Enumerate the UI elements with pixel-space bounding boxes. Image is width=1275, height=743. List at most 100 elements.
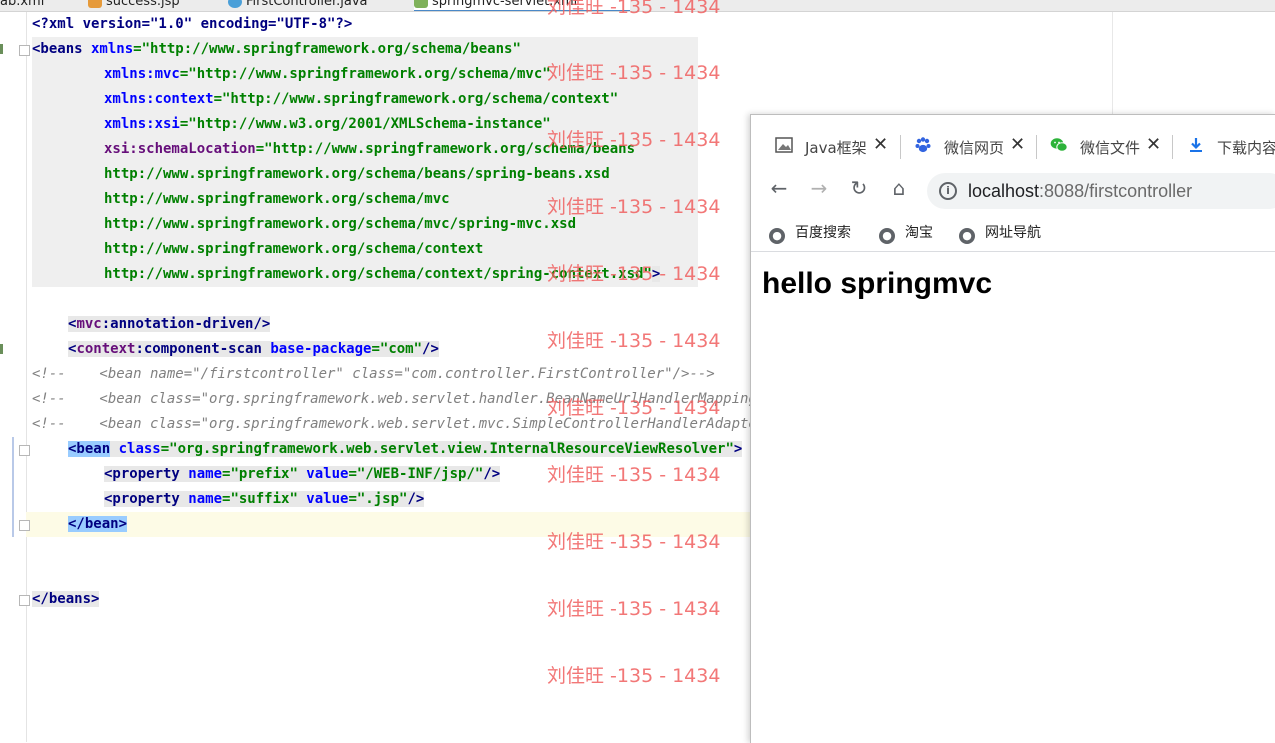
attr-name: xmlns:context [104, 91, 214, 107]
attr-name: xsi:schemaLocation [104, 141, 256, 157]
code-line-13[interactable]: <mvc:annotation-driven/> [68, 312, 271, 337]
browser-tab-java[interactable]: Java框架 ✕ [775, 127, 895, 167]
bookmark-url-nav[interactable]: ● 网址导航 [959, 222, 1041, 244]
bookmark-label: 淘宝 [905, 225, 933, 241]
watermark-text: 刘佳旺 -135 - 1434 [547, 397, 721, 419]
tab-separator [1036, 135, 1037, 159]
url-path: :8088/firstcontroller [1039, 181, 1193, 201]
editor-tab-label: ab.xml [0, 0, 45, 9]
jsp-file-icon [88, 0, 102, 8]
reload-button[interactable]: ↻ [847, 176, 871, 200]
code-line-20[interactable]: <property name="suffix" value=".jsp"/> [104, 487, 425, 512]
browser-tab-label: 微信网页 [944, 139, 1005, 157]
watermark-text: 刘佳旺 -135 - 1434 [547, 62, 721, 84]
tab-separator [900, 135, 901, 159]
attr-name: value [297, 491, 349, 507]
code-line-24[interactable]: </beans> [32, 587, 100, 612]
forward-button[interactable]: → [807, 176, 831, 200]
attr-value: ="com" [371, 341, 423, 357]
code-line-14[interactable]: <context:component-scan base-package="co… [68, 337, 439, 362]
code-line-8[interactable]: http://www.springframework.org/schema/mv… [104, 187, 450, 212]
editor-gutter [0, 12, 27, 742]
attr-value: ="/WEB-INF/jsp/" [348, 466, 484, 482]
globe-icon: ● [769, 228, 785, 244]
browser-tab-label: 微信文件 [1080, 139, 1141, 157]
vcs-change-marker [0, 344, 3, 354]
tag-name: :component-scan [135, 341, 262, 357]
tag-close: /> [483, 466, 501, 482]
attr-value: ="http://www.springframework.org/schema/… [133, 41, 521, 57]
beans-open-tag: <beans [32, 41, 83, 57]
back-button[interactable]: ← [767, 176, 791, 200]
fold-toggle-icon[interactable] [19, 45, 30, 56]
tab-separator [1172, 135, 1173, 159]
editor-tab-label: FirstController.java [246, 0, 368, 9]
attr-name: xmlns:mvc [104, 66, 180, 82]
close-icon[interactable]: ✕ [1010, 134, 1025, 155]
globe-icon: ● [879, 228, 895, 244]
code-line-3[interactable]: xmlns:mvc="http://www.springframework.or… [104, 62, 551, 87]
attr-name: base-package [261, 341, 372, 357]
beans-close-tag: </beans> [32, 591, 100, 607]
watermark-text: 刘佳旺 -135 - 1434 [547, 196, 721, 218]
attr-value: ="prefix" [222, 466, 298, 482]
site-info-icon[interactable]: i [939, 182, 957, 200]
code-line-4[interactable]: xmlns:context="http://www.springframewor… [104, 87, 618, 112]
fold-toggle-icon[interactable] [19, 445, 30, 456]
attr-name: class [110, 441, 161, 457]
attr-name: value [297, 466, 349, 482]
watermark-text: 刘佳旺 -135 - 1434 [547, 129, 721, 151]
tag-close: /> [253, 316, 271, 332]
watermark-text: 刘佳旺 -135 - 1434 [547, 598, 721, 620]
editor-tab-ab-xml[interactable]: ab.xml [0, 0, 44, 10]
attr-value: =".jsp" [348, 491, 408, 507]
browser-tab-downloads[interactable]: 下载内容 [1187, 127, 1275, 167]
editor-tab-success-jsp[interactable]: success.jsp [88, 0, 180, 10]
attr-name: xmlns:xsi [104, 116, 180, 132]
tag-close: /> [407, 491, 425, 507]
browser-window: Java框架 ✕ 微信网页 ✕ 微信文件 ✕ 下载内容 ← → ↻ ⌂ i lo… [750, 114, 1275, 743]
attr-name: xmlns [82, 41, 134, 57]
bookmark-label: 百度搜索 [795, 225, 851, 241]
code-line-18[interactable]: <bean class="org.springframework.web.ser… [68, 437, 743, 462]
image-icon [775, 137, 793, 153]
code-line-7[interactable]: http://www.springframework.org/schema/be… [104, 162, 610, 187]
attr-name: name [179, 466, 223, 482]
page-content: hello springmvc [751, 252, 1275, 743]
attr-value: ="org.springframework.web.servlet.view.I… [160, 441, 734, 457]
browser-tab-wechat-web[interactable]: 微信网页 ✕ [914, 127, 1034, 167]
bookmark-taobao[interactable]: ● 淘宝 [879, 222, 933, 244]
code-line-21[interactable]: </bean> [68, 512, 128, 537]
code-line-2[interactable]: <beans xmlns="http://www.springframework… [32, 37, 521, 62]
watermark-text: 刘佳旺 -135 - 1434 [547, 665, 721, 687]
vcs-change-marker [0, 44, 3, 54]
namespace-prefix: mvc [76, 316, 102, 332]
attr-value: ="http://www.w3.org/2001/XMLSchema-insta… [179, 116, 551, 132]
browser-tab-wechat-files[interactable]: 微信文件 ✕ [1050, 127, 1170, 167]
bookmark-baidu-search[interactable]: ● 百度搜索 [769, 222, 851, 244]
fold-toggle-icon[interactable] [19, 595, 30, 606]
fold-toggle-icon[interactable] [19, 520, 30, 531]
watermark-text: 刘佳旺 -135 - 1434 [547, 0, 721, 18]
code-line-1[interactable]: <?xml version="1.0" encoding="UTF-8"?> [32, 12, 352, 37]
browser-tab-label: Java框架 [805, 139, 867, 157]
tag-end: > [733, 441, 743, 457]
home-button[interactable]: ⌂ [887, 176, 911, 200]
code-line-9[interactable]: http://www.springframework.org/schema/mv… [104, 212, 576, 237]
watermark-text: 刘佳旺 -135 - 1434 [547, 330, 721, 352]
close-icon[interactable]: ✕ [1146, 134, 1161, 155]
right-margin-guide [1112, 12, 1113, 117]
close-icon[interactable]: ✕ [873, 134, 888, 155]
spring-xml-icon [414, 0, 428, 8]
bookmark-label: 网址导航 [985, 225, 1041, 241]
editor-tab-firstcontroller-java[interactable]: FirstController.java [228, 0, 367, 10]
browser-tab-strip: Java框架 ✕ 微信网页 ✕ 微信文件 ✕ 下载内容 [751, 115, 1275, 177]
download-icon [1190, 138, 1202, 152]
code-line-15-comment[interactable]: <!-- <bean name="/firstcontroller" class… [32, 362, 715, 387]
code-line-19[interactable]: <property name="prefix" value="/WEB-INF/… [104, 462, 501, 487]
code-line-5[interactable]: xmlns:xsi="http://www.w3.org/2001/XMLSch… [104, 112, 551, 137]
attr-value: ="http://www.springframework.org/schema/… [179, 66, 551, 82]
code-line-10[interactable]: http://www.springframework.org/schema/co… [104, 237, 483, 262]
globe-icon: ● [959, 228, 975, 244]
address-bar[interactable]: i localhost:8088/firstcontroller [927, 173, 1275, 209]
